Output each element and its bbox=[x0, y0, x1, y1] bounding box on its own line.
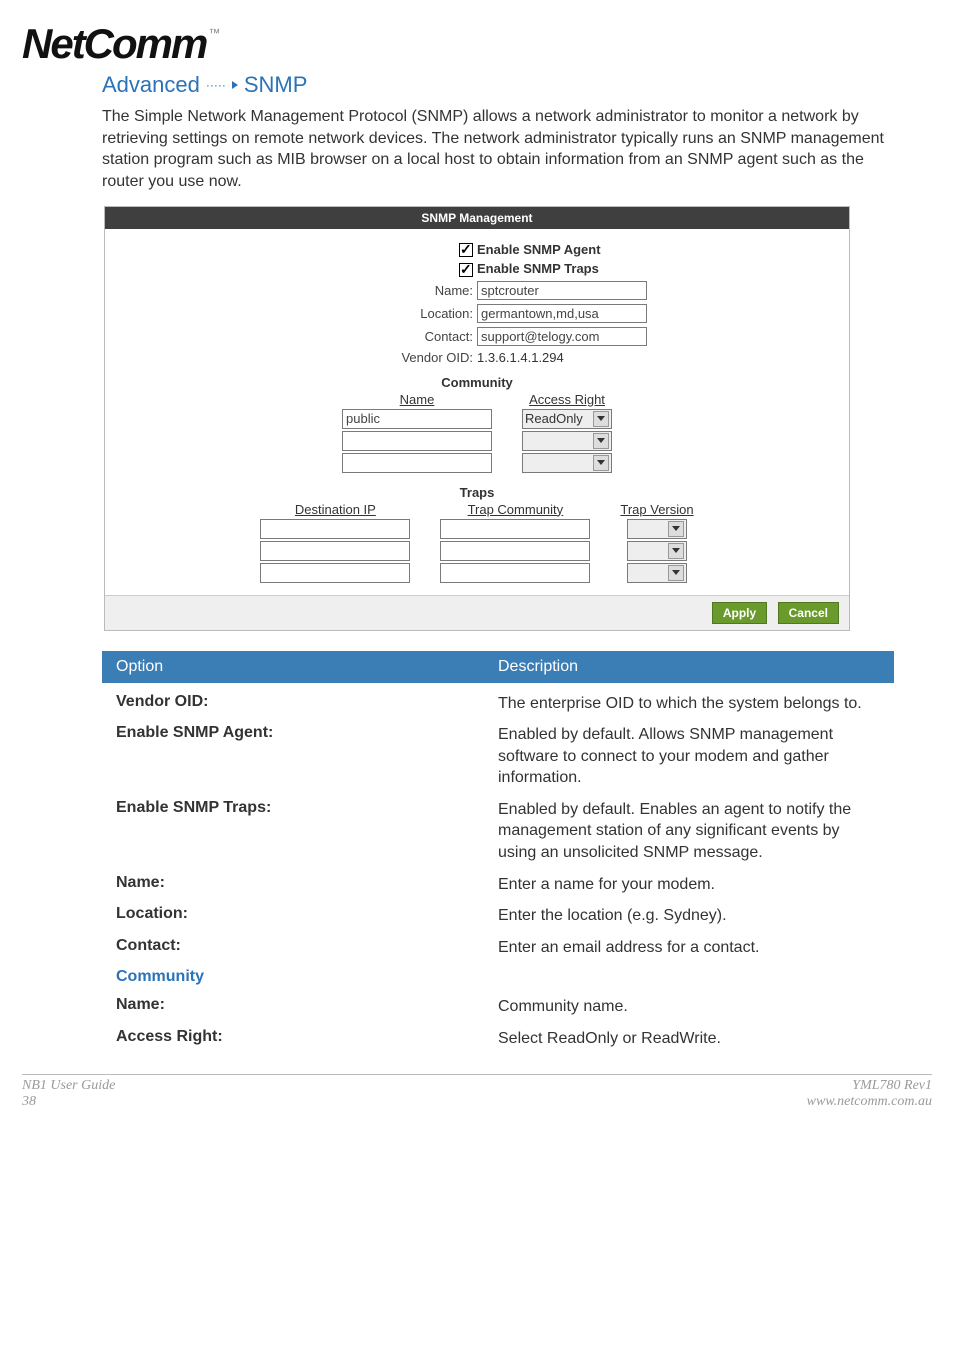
traps-community-header: Trap Community bbox=[468, 502, 564, 517]
option-row: Vendor OID: The enterprise OID to which … bbox=[102, 683, 894, 715]
option-value: Enter a name for your modem. bbox=[498, 874, 880, 896]
name-input[interactable] bbox=[477, 281, 647, 300]
option-key: Access Right: bbox=[116, 1028, 498, 1050]
apply-button[interactable]: Apply bbox=[712, 602, 767, 624]
community-heading: Community bbox=[123, 375, 831, 390]
community-access-select[interactable]: ReadOnly bbox=[522, 409, 612, 429]
option-value: The enterprise OID to which the system b… bbox=[498, 693, 880, 715]
section-heading: Advanced ····· SNMP bbox=[102, 72, 912, 98]
option-key: Enable SNMP Traps: bbox=[116, 799, 498, 864]
community-access-select[interactable]: . bbox=[522, 431, 612, 451]
name-label: Name: bbox=[123, 283, 477, 298]
traps-heading: Traps bbox=[123, 485, 831, 500]
chevron-down-icon bbox=[668, 565, 684, 581]
brand-name: NetComm bbox=[22, 20, 206, 68]
trap-dest-input[interactable] bbox=[260, 541, 410, 561]
location-input[interactable] bbox=[477, 304, 647, 323]
option-row: Enable SNMP Agent: Enabled by default. A… bbox=[102, 714, 894, 789]
options-table: Option Description Vendor OID: The enter… bbox=[102, 651, 894, 1050]
chevron-down-icon bbox=[668, 521, 684, 537]
trap-version-select[interactable]: . bbox=[627, 541, 687, 561]
trap-version-select[interactable]: . bbox=[627, 519, 687, 539]
option-key: Name: bbox=[116, 874, 498, 896]
location-label: Location: bbox=[123, 306, 477, 321]
cancel-button[interactable]: Cancel bbox=[778, 602, 839, 624]
brand-logo: NetComm ™ bbox=[22, 20, 912, 68]
chevron-down-icon bbox=[668, 543, 684, 559]
community-access-select[interactable]: . bbox=[522, 453, 612, 473]
section-suffix: SNMP bbox=[244, 72, 308, 98]
community-name-input[interactable] bbox=[342, 409, 492, 429]
trap-community-input[interactable] bbox=[440, 563, 590, 583]
community-access-header: Access Right bbox=[529, 392, 605, 407]
community-table: Name Access Right ReadOnly . . bbox=[123, 392, 831, 475]
button-row: Apply Cancel bbox=[105, 595, 849, 630]
option-value: Enter the location (e.g. Sydney). bbox=[498, 905, 880, 927]
enable-agent-label: Enable SNMP Agent bbox=[477, 242, 601, 257]
option-key-community: Community bbox=[116, 968, 498, 986]
options-header-desc: Description bbox=[498, 658, 880, 676]
option-value: Community name. bbox=[498, 996, 880, 1018]
section-prefix: Advanced bbox=[102, 72, 200, 98]
option-key: Contact: bbox=[116, 937, 498, 959]
traps-dest-header: Destination IP bbox=[295, 502, 376, 517]
option-key: Location: bbox=[116, 905, 498, 927]
contact-label: Contact: bbox=[123, 329, 477, 344]
option-value: Enabled by default. Enables an agent to … bbox=[498, 799, 880, 864]
community-name-input[interactable] bbox=[342, 431, 492, 451]
option-value: Select ReadOnly or ReadWrite. bbox=[498, 1028, 880, 1050]
option-key: Vendor OID: bbox=[116, 693, 498, 715]
intro-paragraph: The Simple Network Management Protocol (… bbox=[102, 106, 892, 192]
enable-traps-checkbox[interactable] bbox=[459, 263, 473, 277]
option-row: Contact: Enter an email address for a co… bbox=[102, 927, 894, 959]
footer-url: www.netcomm.com.au bbox=[807, 1094, 932, 1110]
option-value: Enabled by default. Allows SNMP manageme… bbox=[498, 724, 880, 789]
option-row: Enable SNMP Traps: Enabled by default. E… bbox=[102, 789, 894, 864]
trap-dest-input[interactable] bbox=[260, 563, 410, 583]
snmp-panel: SNMP Management Enable SNMP Agent Enable… bbox=[104, 206, 850, 630]
trap-dest-input[interactable] bbox=[260, 519, 410, 539]
chevron-down-icon bbox=[593, 411, 609, 427]
footer-revision: YML780 Rev1 bbox=[807, 1078, 932, 1094]
vendor-oid-label: Vendor OID: bbox=[123, 350, 477, 365]
trap-community-input[interactable] bbox=[440, 541, 590, 561]
trademark-symbol: ™ bbox=[208, 26, 220, 40]
option-value: Enter an email address for a contact. bbox=[498, 937, 880, 959]
option-row: Access Right: Select ReadOnly or ReadWri… bbox=[102, 1018, 894, 1050]
community-name-input[interactable] bbox=[342, 453, 492, 473]
enable-traps-label: Enable SNMP Traps bbox=[477, 261, 599, 276]
page-footer: NB1 User Guide 38 YML780 Rev1 www.netcom… bbox=[22, 1074, 932, 1110]
option-value bbox=[498, 968, 880, 986]
options-header-option: Option bbox=[116, 658, 498, 676]
trap-community-input[interactable] bbox=[440, 519, 590, 539]
breadcrumb-arrow-icon bbox=[232, 81, 238, 89]
option-row: Community bbox=[102, 958, 894, 986]
traps-table: Destination IP Trap Community Trap Versi… bbox=[123, 502, 831, 585]
breadcrumb-separator-icon: ····· bbox=[206, 78, 226, 92]
options-header-row: Option Description bbox=[102, 651, 894, 683]
panel-title: SNMP Management bbox=[105, 207, 849, 229]
traps-version-header: Trap Version bbox=[620, 502, 693, 517]
contact-input[interactable] bbox=[477, 327, 647, 346]
option-row: Location: Enter the location (e.g. Sydne… bbox=[102, 895, 894, 927]
community-name-header: Name bbox=[400, 392, 435, 407]
trap-version-select[interactable]: . bbox=[627, 563, 687, 583]
footer-page-number: 38 bbox=[22, 1094, 115, 1110]
chevron-down-icon bbox=[593, 433, 609, 449]
option-row: Name: Community name. bbox=[102, 986, 894, 1018]
option-row: Name: Enter a name for your modem. bbox=[102, 864, 894, 896]
vendor-oid-value: 1.3.6.1.4.1.294 bbox=[477, 350, 831, 365]
enable-agent-checkbox[interactable] bbox=[459, 243, 473, 257]
footer-guide-title: NB1 User Guide bbox=[22, 1078, 115, 1094]
option-key: Enable SNMP Agent: bbox=[116, 724, 498, 789]
chevron-down-icon bbox=[593, 455, 609, 471]
option-key: Name: bbox=[116, 996, 498, 1018]
